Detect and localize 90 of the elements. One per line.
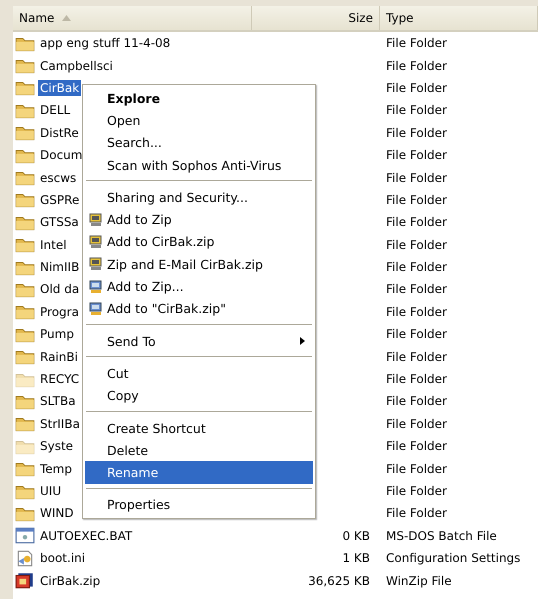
file-type: File Folder — [386, 394, 447, 408]
file-name[interactable]: Temp — [38, 460, 74, 477]
file-name[interactable]: Docum — [38, 147, 84, 164]
file-name[interactable]: Old da — [38, 281, 82, 298]
folder-icon — [15, 191, 35, 208]
menu-item[interactable]: Add to Zip — [85, 208, 313, 231]
file-name[interactable]: RECYC — [38, 371, 82, 388]
menu-item[interactable]: Add to "CirBak.zip" — [85, 298, 313, 320]
file-name[interactable]: GTSSa — [38, 214, 81, 230]
file-type: File Folder — [386, 462, 447, 476]
menu-item[interactable]: Create Shortcut — [85, 416, 313, 440]
file-type: File Folder — [386, 260, 447, 274]
column-heading[interactable]: Name — [13, 6, 252, 30]
file-name[interactable]: SLTBa — [38, 393, 78, 410]
folder-icon — [15, 460, 35, 478]
file-name[interactable]: CirBak.zip — [38, 572, 102, 589]
computer-icon — [88, 278, 104, 295]
menu-item[interactable]: Zip and E-Mail CirBak.zip — [85, 253, 313, 276]
file-type: File Folder — [386, 148, 447, 162]
file-type: File Folder — [386, 103, 447, 118]
file-type: Configuration Settings — [386, 551, 520, 566]
file-name[interactable]: Campbellsci — [38, 58, 115, 74]
file-type: File Folder — [386, 416, 447, 431]
folder-icon — [15, 79, 35, 96]
folder-icon — [15, 124, 35, 142]
file-name[interactable]: boot.ini — [38, 550, 88, 566]
folder-icon — [15, 303, 35, 320]
computer-icon — [88, 256, 104, 272]
file-name[interactable]: WIND — [38, 505, 76, 522]
submenu-arrow-icon — [300, 337, 305, 346]
column-heading[interactable]: Size — [252, 6, 380, 30]
folder-icon — [15, 57, 35, 74]
file-type: File Folder — [386, 282, 447, 296]
menu-item[interactable]: Cut — [85, 362, 313, 385]
file-size: 36,625 KB — [308, 574, 370, 588]
file-type: WinZip File — [386, 574, 452, 588]
file-name[interactable]: Intel — [38, 236, 69, 253]
file-type: File Folder — [386, 304, 447, 319]
file-name[interactable]: NimIIB — [38, 259, 82, 276]
menu-item[interactable]: Scan with Sophos Anti-Virus — [85, 154, 313, 176]
menu-item[interactable]: Rename — [85, 461, 313, 484]
file-type: File Folder — [386, 238, 447, 252]
file-type: File Folder — [386, 80, 447, 95]
folder-icon — [15, 415, 35, 432]
folder-icon — [15, 348, 35, 366]
file-type: File Folder — [386, 36, 447, 50]
folder-icon — [15, 236, 35, 254]
menu-item[interactable]: Copy — [85, 384, 313, 407]
file-name[interactable]: escws — [38, 170, 78, 186]
computer-icon — [88, 300, 104, 317]
menu-item[interactable]: Open — [85, 109, 313, 132]
computer-icon — [88, 234, 104, 250]
folder-icon — [15, 169, 35, 186]
file-name[interactable]: AUTOEXEC.BAT — [38, 528, 134, 544]
file-type: File Folder — [386, 327, 447, 342]
menu-item[interactable]: Add to CirBak.zip — [85, 230, 313, 254]
file-name[interactable]: Syste — [38, 438, 76, 454]
menu-item[interactable]: Explore — [85, 87, 313, 110]
file-name[interactable]: DELL — [38, 102, 72, 118]
file-type: File Folder — [386, 506, 447, 520]
file-type: File Folder — [386, 350, 447, 364]
file-name[interactable]: app eng stuff 11-4-08 — [38, 35, 172, 52]
file-name[interactable]: CirBak — [38, 80, 82, 96]
file-name[interactable]: Pump — [38, 326, 76, 342]
file-type: File Folder — [386, 439, 447, 454]
file-size: 1 KB — [342, 551, 370, 566]
menu-item[interactable]: Send To — [85, 330, 313, 352]
file-type: File Folder — [386, 126, 447, 140]
file-type: File Folder — [386, 215, 447, 230]
menu-item[interactable]: Delete — [85, 439, 313, 462]
file-name[interactable]: Progra — [38, 304, 81, 320]
file-type: File Folder — [386, 192, 447, 207]
file-name[interactable]: UIU — [38, 483, 64, 499]
menu-item[interactable]: Search... — [85, 132, 313, 154]
file-size: 0 KB — [342, 528, 370, 543]
zip-file-icon — [15, 572, 35, 590]
file-type: File Folder — [386, 170, 447, 185]
menu-item[interactable]: Add to Zip... — [85, 275, 313, 298]
file-type: File Folder — [386, 484, 447, 498]
file-name[interactable]: RainBi — [38, 348, 80, 365]
column-heading[interactable]: Type — [380, 6, 538, 30]
file-name[interactable]: DistRe — [38, 124, 81, 141]
file-type: MS-DOS Batch File — [386, 528, 497, 543]
menu-item[interactable]: Sharing and Security... — [85, 186, 313, 208]
menu-item[interactable]: Properties — [85, 494, 313, 516]
computer-icon — [88, 212, 104, 228]
file-type: File Folder — [386, 58, 447, 73]
file-name[interactable]: StrIIBa — [38, 416, 82, 432]
file-type: File Folder — [386, 372, 447, 386]
file-name[interactable]: GSPRe — [38, 192, 82, 208]
